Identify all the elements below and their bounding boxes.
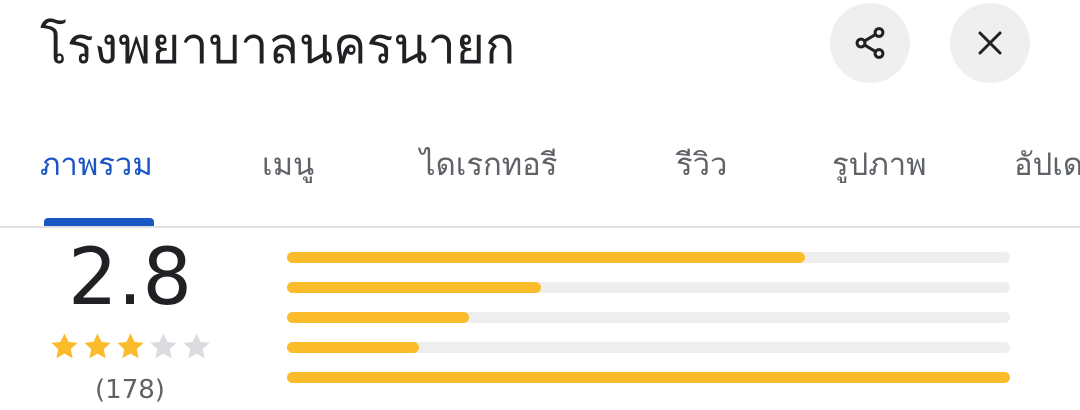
star-filled-icon <box>117 333 144 359</box>
rating-bar-fill <box>287 252 806 263</box>
rating-bar-fill <box>287 342 419 353</box>
star-filled-icon <box>84 333 111 359</box>
average-rating: 2.8 <box>67 233 193 323</box>
rating-bar-3-star <box>287 312 1010 323</box>
rating-bar-4-star <box>287 282 1010 293</box>
star-empty-icon <box>183 333 210 359</box>
rating-distribution <box>287 252 1010 402</box>
tab-directory[interactable]: ไดเรกทอรี <box>420 140 557 190</box>
tab-updates[interactable]: อัปเด <box>1014 140 1080 190</box>
rating-bar-fill <box>287 372 1010 383</box>
tab-menu[interactable]: เมนู <box>262 140 314 190</box>
rating-bar-1-star <box>287 372 1010 383</box>
tab-divider <box>0 226 1080 228</box>
close-button[interactable] <box>950 3 1030 83</box>
active-tab-indicator <box>44 218 154 226</box>
star-rating <box>48 330 213 363</box>
star-empty-icon <box>150 333 177 359</box>
rating-bar-fill <box>287 282 542 293</box>
review-count[interactable]: (178) <box>40 372 220 408</box>
tab-overview[interactable]: ภาพรวม <box>40 140 153 190</box>
star-filled-icon <box>51 333 78 359</box>
tab-bar: ภาพรวม เมนู ไดเรกทอรี รีวิว รูปภาพ อัปเด <box>0 130 1080 226</box>
tab-photos[interactable]: รูปภาพ <box>832 140 927 190</box>
rating-bar-fill <box>287 312 470 323</box>
tab-reviews[interactable]: รีวิว <box>676 140 727 190</box>
place-details-panel: โรงพยาบาลนครนายก ภาพรวม เมนู ไดเรกทอรี ร… <box>0 0 1080 410</box>
rating-bar-2-star <box>287 342 1010 353</box>
rating-bar-5-star <box>287 252 1010 263</box>
close-icon <box>978 31 1002 55</box>
share-icon <box>855 27 885 59</box>
place-title: โรงพยาบาลนครนายก <box>40 17 516 75</box>
share-button[interactable] <box>830 3 910 83</box>
